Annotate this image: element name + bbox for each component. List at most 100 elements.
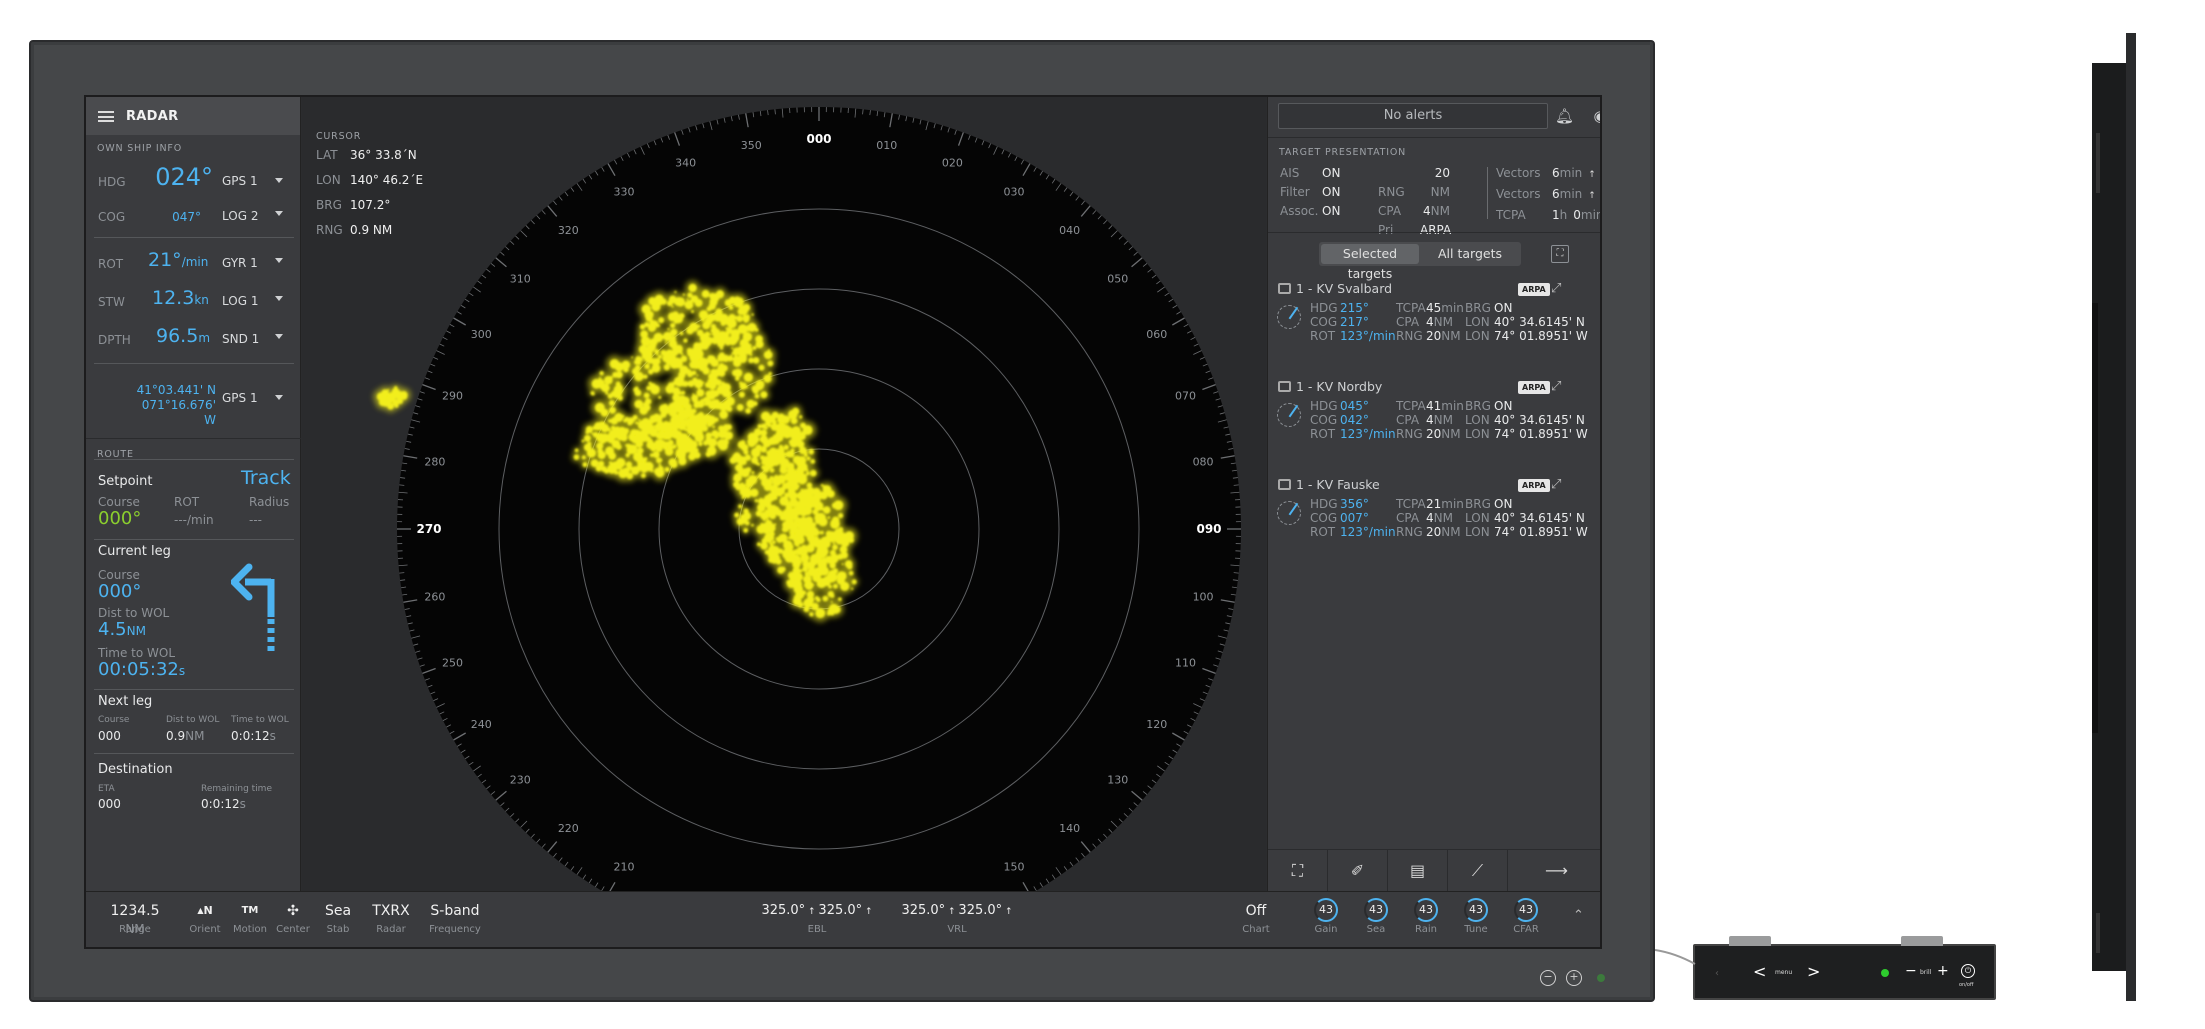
setpoint-mode[interactable]: Track (241, 467, 291, 489)
echo-blob (743, 528, 749, 533)
target-card[interactable]: 1 - KV Fauske ARPA ⤢ HDG COG ROT 356° 007° 123°/… (1268, 473, 1600, 543)
expand-icon[interactable]: ⤢ (1551, 477, 1565, 492)
measure-tool-icon[interactable]: ⟋ (1448, 850, 1508, 892)
setpoint-rot-label: ROT (174, 495, 200, 509)
target-card[interactable]: 1 - KV Nordby ARPA ⤢ HDG COG ROT 045° 042° 123°/… (1268, 375, 1600, 445)
expand-icon[interactable]: ⤢ (1551, 379, 1565, 394)
remaining-time-unit: s (239, 797, 246, 811)
fullscreen-icon[interactable]: ⛶ (1551, 245, 1569, 263)
echo-blob (801, 473, 805, 477)
chevron-down-icon[interactable] (275, 395, 283, 400)
brill-minus-button[interactable]: − (1905, 963, 1917, 979)
echo-blob (636, 462, 646, 471)
ebl-value-1: 325.0° (761, 903, 806, 918)
arrow-up-icon[interactable]: ↑ (1588, 166, 1596, 185)
arrow-right-icon[interactable]: ⟶ (1508, 850, 1600, 892)
bearing-label: 220 (558, 822, 579, 835)
radar-control[interactable]: TXRX Radar (366, 902, 416, 935)
stw-source-select[interactable]: LOG 1 (222, 294, 258, 308)
chart-map-icon[interactable]: ▤ (1388, 850, 1448, 892)
bearing-label: 090 (1196, 522, 1221, 536)
echo-blob (692, 377, 698, 383)
filter-value[interactable]: ON (1322, 183, 1340, 202)
target-card[interactable]: 1 - KV Svalbard ARPA ⤢ HDG COG ROT 215° 217° 123… (1268, 277, 1600, 347)
ais-value[interactable]: ON (1322, 164, 1340, 183)
collapse-chevron-up-icon[interactable]: ⌃ (1573, 908, 1584, 923)
chevron-down-icon[interactable] (275, 211, 283, 216)
menu-next-button[interactable]: > (1807, 962, 1820, 981)
vrl-control[interactable]: 325.0° ↑ 325.0° ↑ VRL (892, 902, 1022, 935)
tp-tcpa-h[interactable]: 1 (1552, 206, 1560, 225)
tp-tcpa-m-unit: min (1580, 208, 1602, 222)
orient-control[interactable]: ▲N Orient (185, 902, 225, 935)
chart-value: Off (1245, 903, 1267, 919)
alerts-field[interactable]: No alerts (1278, 103, 1548, 129)
echo-blob (669, 402, 675, 409)
echo-blob (591, 432, 594, 435)
tab-all-targets[interactable]: All targets (1421, 242, 1519, 266)
vectors-2-value[interactable]: 6 (1552, 185, 1560, 204)
echo-blob (673, 401, 682, 409)
tune-knob[interactable]: 43 Tune (1456, 898, 1496, 935)
chevron-down-icon[interactable] (275, 296, 283, 301)
zoom-in-icon[interactable]: + (1566, 970, 1582, 986)
sea-knob[interactable]: 43 Sea (1356, 898, 1396, 935)
arrow-up-icon[interactable]: ↑ (1588, 187, 1596, 206)
power-icon[interactable]: ⏻ (1961, 964, 1975, 978)
vectors-1-value[interactable]: 6 (1552, 164, 1560, 183)
echo-blob (738, 354, 747, 364)
rot-source-select[interactable]: GYR 1 (222, 256, 258, 270)
center-control[interactable]: ✣ Center (273, 902, 313, 935)
echo-blob (671, 305, 674, 308)
brill-plus-button[interactable]: + (1937, 963, 1949, 979)
tp-rng-value[interactable]: 20 (1435, 164, 1450, 183)
control-unit: ‹ < menu > − brill + ⏻ on/off (1693, 936, 1996, 1000)
dpth-source-select[interactable]: SND 1 (222, 332, 259, 346)
chevron-down-icon[interactable] (275, 334, 283, 339)
assoc-value[interactable]: ON (1322, 202, 1340, 221)
echo-blob (701, 290, 710, 298)
echo-blob (800, 422, 806, 429)
cfar-knob[interactable]: 43 CFAR (1506, 898, 1546, 935)
user-icon[interactable]: ◉ (1591, 107, 1600, 125)
chevron-down-icon[interactable] (275, 258, 283, 263)
chevron-down-icon[interactable] (275, 178, 283, 183)
chart-control[interactable]: Off Chart (1236, 902, 1276, 935)
echo-blob (814, 505, 818, 508)
cog-source-select[interactable]: LOG 2 (222, 209, 258, 223)
turn-left-arrow-icon (231, 563, 275, 654)
echo-blob (600, 408, 609, 417)
target-lon: 74° 01.8951' W (1494, 427, 1588, 441)
zoom-out-icon[interactable]: − (1540, 970, 1556, 986)
motion-control[interactable]: TM Motion (230, 902, 270, 935)
target-rot-unit: /min (1368, 329, 1396, 343)
echo-blob (684, 300, 694, 310)
rain-knob[interactable]: 43 Rain (1406, 898, 1446, 935)
fullscreen-icon[interactable]: ⛶ (1268, 850, 1328, 892)
position-source-select[interactable]: GPS 1 (222, 391, 258, 405)
hdg-source-select[interactable]: GPS 1 (222, 174, 258, 188)
echo-blob (665, 358, 673, 365)
gain-knob[interactable]: 43 Gain (1306, 898, 1346, 935)
menu-prev-button[interactable]: < (1753, 962, 1766, 981)
echo-blob (673, 350, 676, 354)
bell-icon[interactable]: 🔔︎ (1555, 107, 1574, 125)
ais-label: AIS (1280, 166, 1300, 180)
radar-view[interactable]: CURSOR LAT 36° 33.8´N LON 140° 46.2´E BRG 1… (302, 97, 1266, 891)
ebl-control[interactable]: 325.0° ↑ 325.0° ↑ EBL (752, 902, 882, 935)
echo-blob (694, 298, 703, 307)
tp-tcpa-m[interactable]: 0 (1573, 206, 1581, 225)
tab-selected-targets[interactable]: Selected targets (1321, 244, 1419, 281)
frequency-control[interactable]: S-band Frequency (425, 902, 485, 935)
range-control[interactable]: 1234.5 NM Range (100, 902, 170, 936)
radar-ppi[interactable]: 000 010 020 030 040 050 060 070 080 090 100 110 120 1… (302, 97, 1266, 891)
tp-cpa-value[interactable]: 4 (1423, 202, 1431, 221)
stab-control[interactable]: Sea Stab (318, 902, 358, 935)
dpth-value: 96.5 (156, 325, 199, 347)
hdg-row: HDG 024° GPS 1 (86, 161, 301, 199)
vector-tool-icon[interactable]: ✐ (1328, 850, 1388, 892)
menu-icon[interactable] (98, 110, 114, 122)
tp-pri-value[interactable]: ARPA (1420, 221, 1451, 240)
echo-blob (710, 369, 715, 374)
expand-icon[interactable]: ⤢ (1551, 281, 1565, 296)
